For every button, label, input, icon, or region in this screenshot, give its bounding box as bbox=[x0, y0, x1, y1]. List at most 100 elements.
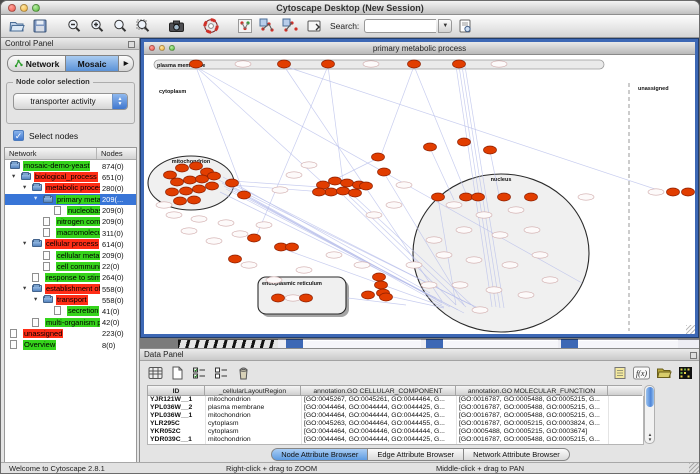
tree-row-primary-metabo[interactable]: ▾primary metabo209(... bbox=[5, 194, 136, 205]
unselected-node[interactable] bbox=[354, 262, 370, 268]
table-row[interactable]: YDR039C__1mitochondrion[GO:0044464, GO:0… bbox=[148, 436, 643, 444]
tab-network-attribute-browser[interactable]: Network Attribute Browser bbox=[464, 448, 570, 461]
network-node[interactable] bbox=[424, 143, 437, 151]
table-row[interactable]: YPL036W__1mitochondrion[GO:0044464, GO:0… bbox=[148, 412, 643, 420]
network-node[interactable] bbox=[229, 255, 242, 263]
network-node[interactable] bbox=[190, 60, 203, 68]
tree-row-macromolecule[interactable]: macromolecule311(0) bbox=[5, 227, 136, 238]
unselected-node[interactable] bbox=[426, 237, 442, 243]
scrollbar-thumb[interactable] bbox=[646, 387, 654, 407]
tree-row-metabolic-process[interactable]: ▾metabolic process280(0) bbox=[5, 182, 136, 193]
unselected-node[interactable] bbox=[466, 257, 482, 263]
unselected-node[interactable] bbox=[436, 252, 452, 258]
network-node[interactable] bbox=[460, 193, 473, 201]
network-view-titlebar[interactable]: primary metabolic process bbox=[144, 42, 695, 55]
table-row[interactable]: YPL036W__2plasma membrane[GO:0044464, GO… bbox=[148, 404, 643, 412]
zoom-fit-button[interactable] bbox=[132, 16, 153, 36]
unselected-node[interactable] bbox=[218, 220, 234, 226]
tree-header-nodes[interactable]: Nodes bbox=[97, 148, 123, 159]
zoom-out-button[interactable] bbox=[63, 16, 84, 36]
modify-network-button[interactable] bbox=[257, 16, 278, 36]
network-node[interactable] bbox=[313, 188, 326, 196]
unselected-node[interactable] bbox=[518, 292, 534, 298]
network-node[interactable] bbox=[248, 234, 261, 242]
expander-icon[interactable]: ▾ bbox=[34, 295, 37, 303]
unselected-node[interactable] bbox=[191, 216, 207, 222]
unselected-node[interactable] bbox=[241, 262, 257, 268]
unselected-node[interactable] bbox=[296, 267, 312, 273]
expander-icon[interactable]: ▾ bbox=[34, 194, 37, 202]
tree-row-cell-communicat[interactable]: cell communicat22(0) bbox=[5, 261, 136, 272]
network-node[interactable] bbox=[196, 175, 209, 183]
open-session-button[interactable] bbox=[6, 16, 27, 36]
column-filler[interactable] bbox=[608, 385, 642, 396]
float-panel-icon[interactable] bbox=[128, 41, 135, 48]
tree-row-secretion[interactable]: secretion41(0) bbox=[5, 305, 136, 316]
window-titlebar[interactable]: Cytoscape Desktop (New Session) bbox=[1, 1, 699, 15]
network-node[interactable] bbox=[362, 291, 375, 299]
network-node[interactable] bbox=[458, 138, 471, 146]
vizmapper-button[interactable] bbox=[234, 16, 255, 36]
save-session-button[interactable] bbox=[29, 16, 50, 36]
unselected-node[interactable] bbox=[256, 222, 272, 228]
table-row[interactable]: YKR052Ccytoplasm[GO:0044464, GO:0044446,… bbox=[148, 428, 643, 436]
network-node[interactable] bbox=[360, 182, 373, 190]
snapshot-button[interactable] bbox=[166, 16, 187, 36]
select-attributes-button[interactable] bbox=[190, 364, 209, 382]
unselected-node[interactable] bbox=[366, 212, 382, 218]
unselected-node[interactable] bbox=[326, 252, 342, 258]
unselected-node[interactable] bbox=[266, 277, 282, 283]
network-node[interactable] bbox=[286, 243, 299, 251]
unselected-node[interactable] bbox=[452, 282, 468, 288]
search-config-button[interactable] bbox=[454, 16, 475, 36]
network-node[interactable] bbox=[484, 146, 497, 154]
unselected-node[interactable] bbox=[406, 262, 422, 268]
network-node[interactable] bbox=[341, 179, 354, 187]
unselected-node[interactable] bbox=[206, 238, 222, 244]
network-node[interactable] bbox=[432, 193, 445, 201]
network-node[interactable] bbox=[380, 293, 393, 301]
unselected-node[interactable] bbox=[648, 189, 664, 195]
network-node[interactable] bbox=[349, 189, 362, 197]
help-button[interactable] bbox=[200, 16, 221, 36]
network-node[interactable] bbox=[378, 168, 391, 176]
network-node[interactable] bbox=[337, 187, 350, 195]
network-node[interactable] bbox=[498, 193, 511, 201]
expander-icon[interactable]: ▾ bbox=[12, 172, 15, 180]
unselected-node[interactable] bbox=[232, 231, 248, 237]
unselected-node[interactable] bbox=[396, 182, 412, 188]
network-node[interactable] bbox=[373, 273, 386, 281]
tree-row-nucleobase-[interactable]: nucleobase-209(0) bbox=[5, 205, 136, 216]
table-scrollbar[interactable]: ▲▼ bbox=[644, 385, 655, 444]
attribute-grid-button[interactable] bbox=[146, 364, 165, 382]
unselected-node[interactable] bbox=[578, 194, 594, 200]
zoom-selected-button[interactable] bbox=[109, 16, 130, 36]
float-panel-icon[interactable] bbox=[690, 352, 697, 359]
tree-row-nitrogen-compo[interactable]: nitrogen compo209(0) bbox=[5, 216, 136, 227]
column-header[interactable]: annotation.GO CELLULAR_COMPONENT bbox=[301, 385, 456, 396]
network-node[interactable] bbox=[472, 193, 485, 201]
column-header[interactable]: ID bbox=[147, 385, 205, 396]
network-node[interactable] bbox=[180, 187, 193, 195]
unselected-node[interactable] bbox=[476, 212, 492, 218]
network-node[interactable] bbox=[525, 193, 538, 201]
network-node[interactable] bbox=[226, 179, 239, 187]
column-header[interactable]: annotation.GO MOLECULAR_FUNCTION bbox=[456, 385, 608, 396]
tree-row-biological-process[interactable]: ▾biological_process651(0) bbox=[5, 171, 136, 182]
network-node[interactable] bbox=[272, 294, 285, 302]
network-svg[interactable]: plasma membrane cytoplasm mitochondrion … bbox=[144, 55, 695, 336]
tree-row-unassigned[interactable]: unassigned223(0) bbox=[5, 328, 136, 339]
tab-edge-attribute-browser[interactable]: Edge Attribute Browser bbox=[368, 448, 464, 461]
unselected-node[interactable] bbox=[235, 61, 251, 67]
unselected-node[interactable] bbox=[446, 202, 462, 208]
network-node[interactable] bbox=[206, 182, 219, 190]
unselected-node[interactable] bbox=[301, 162, 317, 168]
notes-button[interactable] bbox=[610, 364, 629, 382]
unselected-node[interactable] bbox=[524, 227, 540, 233]
new-attribute-button[interactable] bbox=[168, 364, 187, 382]
network-node[interactable] bbox=[329, 177, 342, 185]
unselected-node[interactable] bbox=[542, 277, 558, 283]
network-node[interactable] bbox=[190, 162, 203, 170]
filter-network-button[interactable] bbox=[280, 16, 301, 36]
network-node[interactable] bbox=[208, 172, 221, 180]
